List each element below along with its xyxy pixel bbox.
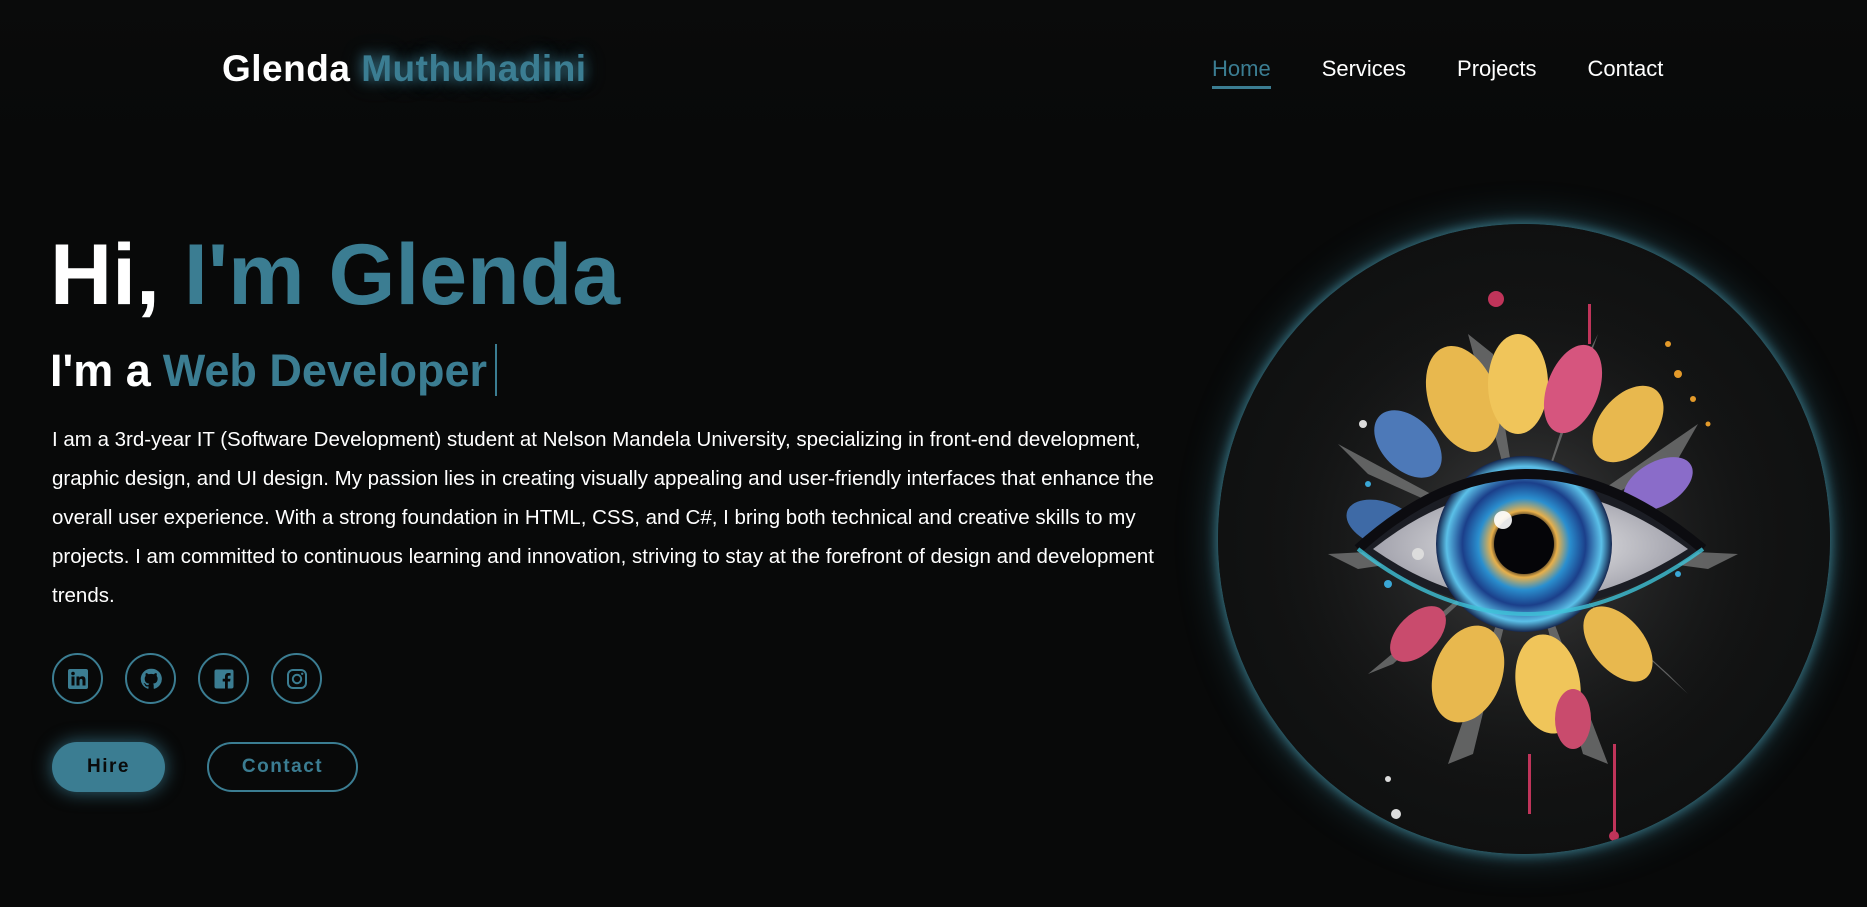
hire-button[interactable]: Hire	[52, 742, 165, 792]
hero-title: Hi, I'm Glenda	[50, 232, 620, 318]
profile-image	[1218, 224, 1830, 854]
role-highlight: Web Developer	[162, 344, 488, 396]
logo-first-name: Glenda	[222, 48, 351, 89]
hero-bio: I am a 3rd-year IT (Software Development…	[52, 428, 1154, 607]
instagram-icon	[286, 668, 307, 689]
eye-artwork-image	[1264, 284, 1784, 841]
linkedin-icon	[67, 668, 88, 689]
hero-name: I'm Glenda	[183, 227, 621, 323]
nav-projects[interactable]: Projects	[1457, 56, 1536, 89]
nav-home[interactable]: Home	[1212, 56, 1271, 89]
site-logo[interactable]: Glenda Muthuhadini	[222, 48, 587, 90]
github-icon	[140, 668, 162, 689]
logo-last-name: Muthuhadini	[361, 48, 587, 89]
nav-services[interactable]: Services	[1322, 56, 1406, 89]
facebook-icon	[214, 669, 233, 688]
hero-role: I'm a Web Developer	[50, 344, 498, 396]
facebook-link[interactable]	[198, 653, 249, 704]
hero-greeting: Hi,	[50, 227, 160, 323]
nav-contact[interactable]: Contact	[1588, 56, 1664, 89]
main-nav: Home Services Projects Contact	[1212, 56, 1663, 89]
instagram-link[interactable]	[271, 653, 322, 704]
role-prefix: I'm a	[50, 344, 151, 396]
linkedin-link[interactable]	[52, 653, 103, 704]
page: Glenda Muthuhadini Home Services Project…	[0, 0, 1867, 907]
typing-cursor	[495, 344, 498, 396]
social-links	[52, 653, 344, 704]
github-link[interactable]	[125, 653, 176, 704]
site-header: Glenda Muthuhadini Home Services Project…	[0, 0, 1867, 140]
contact-button[interactable]: Contact	[207, 742, 358, 792]
